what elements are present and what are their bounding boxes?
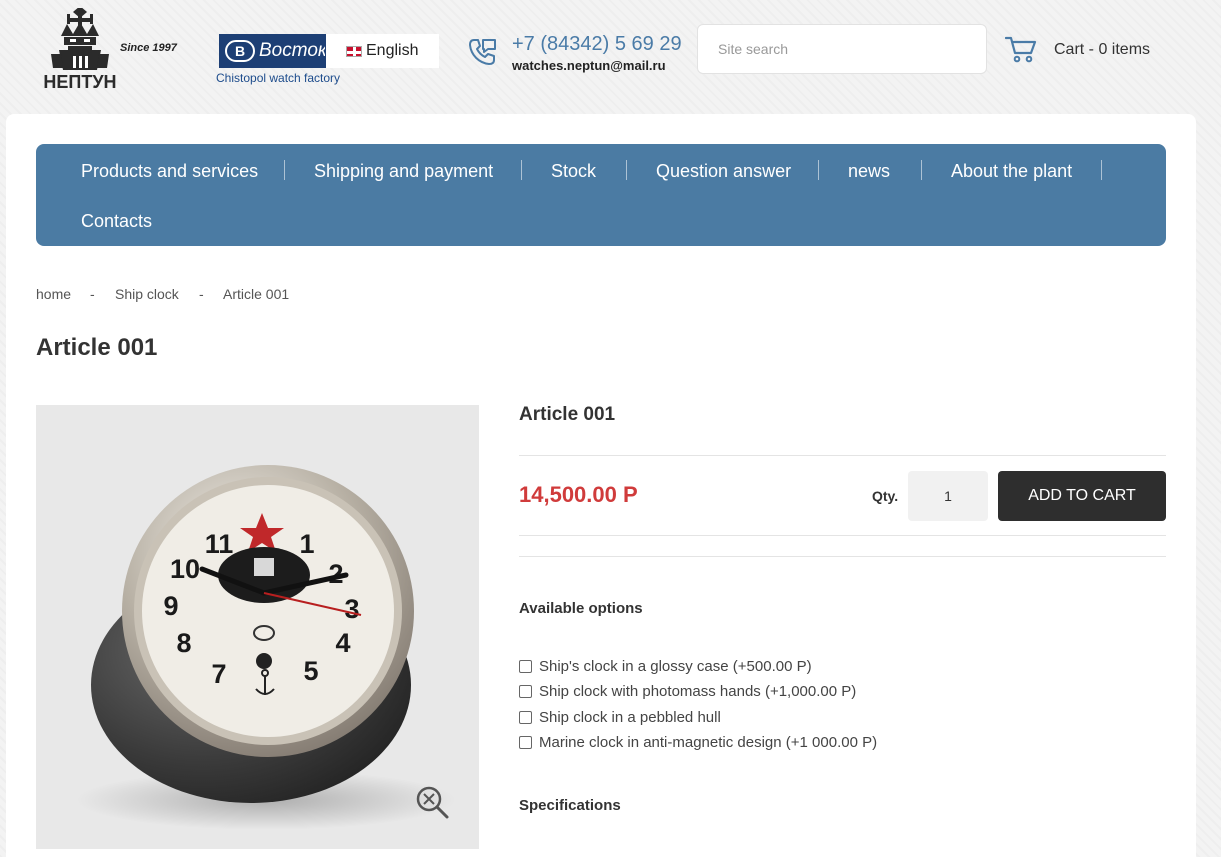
vostok-logo[interactable]: В Восток <box>219 34 326 68</box>
option-anti-magnetic[interactable]: Marine clock in anti-magnetic design (+1… <box>519 734 877 751</box>
divider <box>519 455 1166 456</box>
nav-item-contacts[interactable]: Contacts <box>81 211 152 232</box>
nav-item-question-answer[interactable]: Question answer <box>656 161 791 182</box>
since-label: Since 1997 <box>120 42 177 54</box>
clock-numeral: 7 <box>211 659 226 689</box>
clock-numeral: 4 <box>335 628 350 658</box>
nav-item-stock[interactable]: Stock <box>551 161 596 182</box>
nav-separator <box>818 160 819 180</box>
checkbox[interactable] <box>519 660 532 673</box>
neptun-logo[interactable]: НЕПТУН <box>33 8 128 92</box>
brand-box: В Восток English <box>219 34 439 68</box>
quantity-input[interactable] <box>908 471 988 521</box>
vostok-text: Восток <box>259 40 325 61</box>
option-label: Ship's clock in a glossy case (+500.00 Р… <box>539 658 812 675</box>
product-name: Article 001 <box>519 404 616 425</box>
language-label: English <box>366 42 419 59</box>
clock-numeral: 11 <box>205 529 234 559</box>
divider <box>519 535 1166 536</box>
option-label: Marine clock in anti-magnetic design (+1… <box>539 734 878 751</box>
breadcrumb-separator: - <box>90 286 95 302</box>
checkbox[interactable] <box>519 685 532 698</box>
zoom-icon[interactable] <box>414 784 450 820</box>
nav-separator <box>921 160 922 180</box>
uk-flag-icon <box>346 45 362 57</box>
add-to-cart-button[interactable]: ADD TO CART <box>998 471 1166 521</box>
specifications-heading: Specifications <box>519 797 621 814</box>
cart-summary[interactable]: Cart - 0 items <box>1054 41 1150 59</box>
nav-separator <box>1101 160 1102 180</box>
language-selector[interactable]: English <box>346 42 418 60</box>
qty-label: Qty. <box>872 488 899 504</box>
breadcrumb-home[interactable]: home <box>36 286 71 302</box>
nav-separator <box>521 160 522 180</box>
page-title: Article 001 <box>36 334 158 361</box>
clock-numeral: 8 <box>176 628 191 658</box>
clock-numeral: 5 <box>303 656 318 686</box>
option-pebbled-hull[interactable]: Ship clock in a pebbled hull <box>519 709 721 726</box>
divider <box>519 556 1166 557</box>
nav-separator <box>626 160 627 180</box>
clock-numeral: 9 <box>163 591 178 621</box>
option-label: Ship clock with photomass hands (+1,000.… <box>539 683 857 700</box>
option-glossy-case[interactable]: Ship's clock in a glossy case (+500.00 Р… <box>519 658 812 675</box>
ship-clock-image: 11 1 2 3 4 5 7 8 9 10 <box>36 405 479 849</box>
factory-label: Chistopol watch factory <box>216 71 341 85</box>
breadcrumb-ship-clock[interactable]: Ship clock <box>115 286 179 302</box>
breadcrumb-separator: - <box>199 286 204 302</box>
checkbox[interactable] <box>519 736 532 749</box>
nav-item-products-and-services[interactable]: Products and services <box>81 161 258 182</box>
email-link[interactable]: watches.neptun@mail.ru <box>512 58 666 73</box>
cart-icon[interactable] <box>1005 35 1037 63</box>
search-input[interactable] <box>697 24 987 74</box>
clock-numeral: 3 <box>344 594 359 624</box>
available-options-heading: Available options <box>519 600 643 617</box>
option-photomass-hands[interactable]: Ship clock with photomass hands (+1,000.… <box>519 683 856 700</box>
logo-text: НЕПТУН <box>43 72 116 92</box>
clock-numeral: 1 <box>299 529 314 559</box>
phone-number[interactable]: +7 (84342) 5 69 29 <box>512 33 682 56</box>
product-price: 14,500.00 Р <box>519 482 638 507</box>
breadcrumb-current: Article 001 <box>223 286 290 302</box>
product-image[interactable]: 11 1 2 3 4 5 7 8 9 10 <box>36 405 479 849</box>
nav-item-shipping-and-payment[interactable]: Shipping and payment <box>314 161 493 182</box>
nav-separator <box>284 160 285 180</box>
checkbox[interactable] <box>519 711 532 724</box>
nav-item-about-the-plant[interactable]: About the plant <box>951 161 1072 182</box>
phone-icon <box>469 39 496 65</box>
main-nav <box>36 144 1166 246</box>
nav-item-news[interactable]: news <box>848 161 890 182</box>
vostok-emblem-icon: В <box>225 40 255 62</box>
clock-numeral: 10 <box>170 554 200 584</box>
option-label: Ship clock in a pebbled hull <box>539 709 721 726</box>
